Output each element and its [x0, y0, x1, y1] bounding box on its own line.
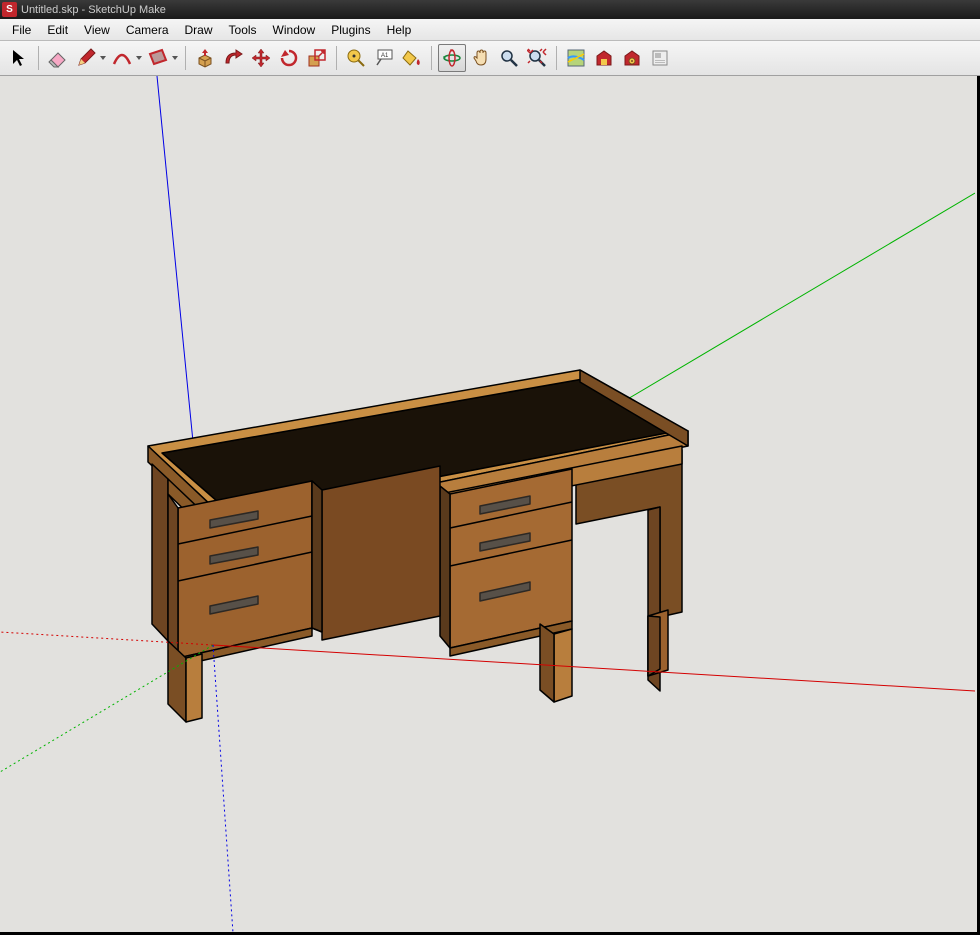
extension-warehouse-button[interactable]	[619, 45, 645, 71]
move-tool-button[interactable]	[248, 45, 274, 71]
menu-camera[interactable]: Camera	[118, 21, 177, 39]
window-title: Untitled.skp - SketchUp Make	[21, 4, 166, 16]
tape-icon	[346, 48, 366, 68]
gear-warehouse-icon	[622, 48, 642, 68]
svg-text:A1: A1	[381, 53, 389, 59]
title-bar: S Untitled.skp - SketchUp Make	[0, 0, 980, 19]
line-tool-dropdown[interactable]	[99, 56, 107, 60]
rectangle-tool-dropdown[interactable]	[171, 56, 179, 60]
rectangle-icon	[148, 48, 168, 68]
move-icon	[251, 48, 271, 68]
menu-view[interactable]: View	[76, 21, 118, 39]
separator	[556, 46, 557, 70]
eraser-tool-button[interactable]	[45, 45, 71, 71]
warehouse-icon	[594, 48, 614, 68]
app-window: S Untitled.skp - SketchUp Make File Edit…	[0, 0, 980, 935]
separator	[185, 46, 186, 70]
menu-help[interactable]: Help	[379, 21, 420, 39]
zoom-icon	[499, 48, 519, 68]
line-tool-button[interactable]	[73, 45, 99, 71]
separator	[336, 46, 337, 70]
paint-bucket-icon	[402, 48, 422, 68]
arc-tool-button[interactable]	[109, 45, 135, 71]
menu-window[interactable]: Window	[265, 21, 324, 39]
axes-front	[0, 632, 975, 933]
text-tool-button[interactable]: A1	[371, 45, 397, 71]
send-to-layout-button[interactable]	[647, 45, 673, 71]
layout-icon	[650, 48, 670, 68]
eraser-icon	[48, 48, 68, 68]
scale-icon	[307, 48, 327, 68]
follow-me-tool-button[interactable]	[220, 45, 246, 71]
push-pull-icon	[195, 48, 215, 68]
3d-warehouse-button[interactable]	[591, 45, 617, 71]
separator	[38, 46, 39, 70]
scene-svg	[0, 76, 975, 933]
cursor-icon	[9, 48, 29, 68]
orbit-tool-button[interactable]	[438, 44, 466, 72]
menu-plugins[interactable]: Plugins	[323, 21, 378, 39]
menu-file[interactable]: File	[4, 21, 39, 39]
push-pull-tool-button[interactable]	[192, 45, 218, 71]
rotate-icon	[279, 48, 299, 68]
toolbar: A1	[0, 41, 980, 76]
select-tool-button[interactable]	[6, 45, 32, 71]
menu-draw[interactable]: Draw	[177, 21, 221, 39]
scale-tool-button[interactable]	[304, 45, 330, 71]
arc-icon	[112, 48, 132, 68]
rotate-tool-button[interactable]	[276, 45, 302, 71]
3d-viewport[interactable]	[0, 76, 980, 935]
menu-edit[interactable]: Edit	[39, 21, 76, 39]
add-location-button[interactable]	[563, 45, 589, 71]
zoom-extents-icon	[527, 48, 547, 68]
rectangle-tool-button[interactable]	[145, 45, 171, 71]
orbit-icon	[442, 48, 462, 68]
pan-tool-button[interactable]	[468, 45, 494, 71]
paint-bucket-tool-button[interactable]	[399, 45, 425, 71]
text-icon: A1	[374, 48, 394, 68]
app-icon: S	[2, 2, 17, 17]
pencil-icon	[76, 48, 96, 68]
pan-hand-icon	[471, 48, 491, 68]
map-icon	[566, 48, 586, 68]
follow-me-icon	[223, 48, 243, 68]
zoom-tool-button[interactable]	[496, 45, 522, 71]
zoom-extents-tool-button[interactable]	[524, 45, 550, 71]
tape-measure-tool-button[interactable]	[343, 45, 369, 71]
menu-tools[interactable]: Tools	[221, 21, 265, 39]
separator	[431, 46, 432, 70]
arc-tool-dropdown[interactable]	[135, 56, 143, 60]
menu-bar: File Edit View Camera Draw Tools Window …	[0, 19, 980, 41]
